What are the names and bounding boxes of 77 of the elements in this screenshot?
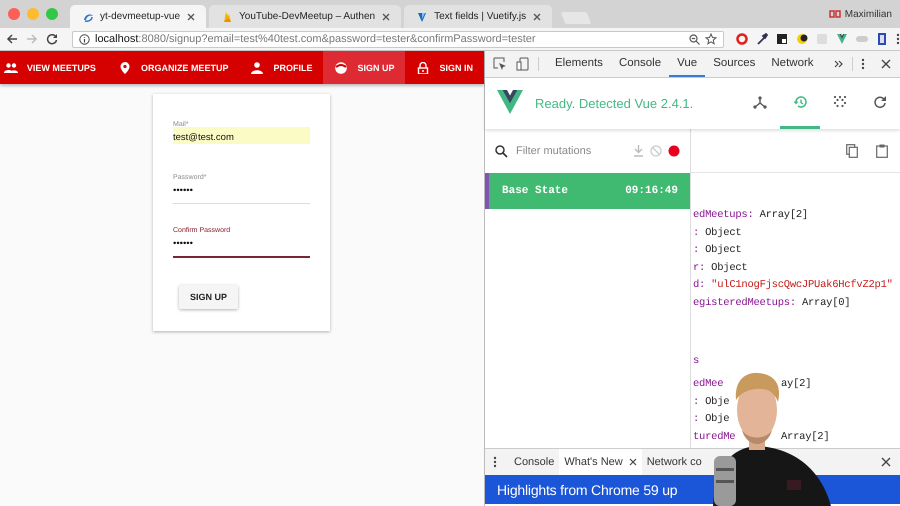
state-entry: r: Object bbox=[693, 262, 748, 274]
status-text: Ready. Detected Vue 2.4.1. bbox=[535, 95, 694, 113]
toggle-icon[interactable] bbox=[856, 33, 868, 45]
menu-icon[interactable] bbox=[493, 456, 497, 468]
flame-icon bbox=[221, 10, 234, 22]
state-heading: s bbox=[693, 354, 700, 369]
state-entry: : Object bbox=[693, 226, 742, 239]
browser-tab[interactable]: Text fields | Vuetify.js bbox=[404, 5, 552, 28]
state-entry: : Obje bbox=[693, 413, 730, 426]
search-icon bbox=[495, 144, 508, 158]
info-icon bbox=[79, 34, 90, 44]
devtools-tab[interactable]: Console bbox=[610, 51, 670, 77]
clipboard-icon[interactable] bbox=[876, 144, 888, 158]
v-logo-icon bbox=[497, 90, 523, 114]
mutation-name: Base State bbox=[502, 185, 568, 197]
history-icon bbox=[793, 95, 807, 109]
ring-icon[interactable] bbox=[736, 33, 748, 45]
pin-icon bbox=[118, 62, 132, 74]
reload-icon[interactable] bbox=[46, 33, 58, 45]
close-icon[interactable] bbox=[381, 12, 392, 22]
nav-button[interactable]: ORGANIZE MEETUP bbox=[106, 51, 240, 84]
eyedropper-icon[interactable] bbox=[756, 33, 768, 45]
fork-icon bbox=[753, 95, 767, 109]
close-icon[interactable] bbox=[628, 458, 637, 466]
close-icon[interactable] bbox=[881, 457, 891, 467]
nav-button[interactable]: PROFILE bbox=[239, 51, 324, 84]
nav-button[interactable]: SIGN IN bbox=[405, 51, 484, 84]
record-icon[interactable] bbox=[668, 145, 680, 157]
person-icon bbox=[250, 62, 264, 74]
state-entry: d: "ulC1nogFjscQwcJPUak6HcfvZ2p1" bbox=[693, 279, 893, 292]
people-icon bbox=[4, 62, 18, 74]
filter-field[interactable]: Filter mutations bbox=[514, 144, 627, 158]
v-logo-icon[interactable] bbox=[836, 33, 848, 45]
drawer-tab[interactable]: Network co bbox=[642, 449, 707, 475]
mutation-time: 09:16:49 bbox=[625, 185, 678, 197]
back-icon[interactable] bbox=[6, 33, 18, 45]
state-entry: Array[2] bbox=[781, 430, 830, 445]
devtools-tab[interactable]: Elements bbox=[547, 51, 611, 77]
browser-tab[interactable]: yt-devmeetup-vue bbox=[70, 5, 206, 28]
dots-icon bbox=[833, 95, 847, 109]
state-entry: : Obje bbox=[693, 396, 730, 408]
devtools-tab[interactable]: Vue bbox=[669, 51, 706, 77]
close-icon[interactable] bbox=[186, 12, 196, 22]
drawer-tab[interactable]: Console bbox=[509, 449, 560, 475]
state-entry: edMee bbox=[693, 378, 724, 390]
state-entry: ay[2] bbox=[781, 377, 812, 392]
device-icon[interactable] bbox=[516, 57, 530, 71]
profile-name[interactable]: Maximilian bbox=[844, 8, 892, 20]
zoom-out-icon[interactable] bbox=[689, 34, 700, 44]
square-icon[interactable] bbox=[776, 33, 788, 45]
moon-icon[interactable] bbox=[796, 33, 808, 45]
refresh-icon bbox=[873, 95, 887, 109]
devtools-tab[interactable]: Sources bbox=[705, 51, 764, 77]
menu-icon[interactable] bbox=[896, 33, 900, 45]
star-icon[interactable] bbox=[705, 33, 717, 45]
address-bar[interactable]: localhost:8080/signup?email=test%40test.com&password=tester&confirmPassword=tester bbox=[72, 30, 724, 48]
state-entry: : Object bbox=[693, 244, 742, 256]
url-text: localhost:8080/signup?email=test%40test.com&password=tester&confirmPassword=tester bbox=[95, 33, 537, 45]
menu-icon[interactable] bbox=[860, 58, 865, 70]
nav-button[interactable]: SIGN UP bbox=[323, 51, 406, 84]
state-entry: turedMe bbox=[693, 430, 736, 443]
profile-icon[interactable] bbox=[828, 9, 841, 19]
sign-up-button[interactable]: SIGN UP bbox=[179, 285, 238, 309]
browser-tab[interactable]: YouTube-DevMeetup – Authen bbox=[209, 5, 402, 28]
close-icon[interactable] bbox=[532, 12, 542, 22]
chevrons-icon[interactable] bbox=[834, 59, 844, 69]
copy-icon[interactable] bbox=[846, 144, 858, 158]
nav-button[interactable]: VIEW MEETUPS bbox=[0, 51, 107, 84]
triangle-logo-icon bbox=[416, 10, 428, 22]
close-icon[interactable] bbox=[881, 59, 891, 69]
padlock-icon bbox=[416, 62, 430, 74]
devtools-tab[interactable]: Network bbox=[763, 51, 822, 77]
drawer-tab[interactable]: What's New bbox=[559, 449, 642, 475]
state-entry: edMeetups: Array[2] bbox=[693, 209, 808, 221]
inspect-icon[interactable] bbox=[493, 57, 507, 71]
phone-icon[interactable] bbox=[876, 33, 888, 45]
state-entry: egisteredMeetups: Array[0] bbox=[693, 296, 850, 309]
